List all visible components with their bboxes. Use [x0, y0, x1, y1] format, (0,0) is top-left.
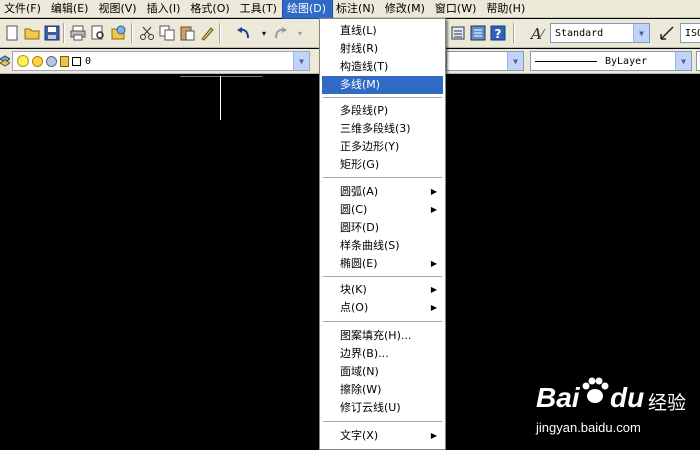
match-properties-icon[interactable] — [197, 23, 217, 43]
menu-item-rectangle[interactable]: 矩形(G) — [322, 156, 443, 174]
menu-item-hatch[interactable]: 图案填充(H)... — [322, 327, 443, 345]
menu-item-circle[interactable]: 圆(C) ▶ — [322, 201, 443, 219]
submenu-arrow-icon: ▶ — [430, 431, 437, 440]
menu-item-boundary[interactable]: 边界(B)... — [322, 345, 443, 363]
submenu-arrow-icon: ▶ — [430, 259, 437, 268]
menu-item-multiline[interactable]: 多线(M) — [322, 76, 443, 94]
menu-item-revision-cloud[interactable]: 修订云线(U) — [322, 399, 443, 417]
save-icon[interactable] — [42, 23, 62, 43]
menu-item-arc[interactable]: 圆弧(A) ▶ — [322, 183, 443, 201]
menu-dimension[interactable]: 标注(N) — [332, 0, 381, 18]
linetype-sample — [535, 60, 597, 62]
menu-item-ray[interactable]: 射线(R) — [322, 40, 443, 58]
menu-separator — [323, 321, 442, 322]
open-folder-icon[interactable] — [22, 23, 42, 43]
text-style-value: Standard — [555, 27, 604, 39]
menu-separator — [323, 421, 442, 422]
menu-item-region[interactable]: 面域(N) — [322, 363, 443, 381]
baidu-url: jingyan.baidu.com — [536, 420, 641, 435]
toolbar-separator — [513, 23, 515, 43]
new-file-icon[interactable] — [2, 23, 22, 43]
text-style-select[interactable]: Standard ▼ — [550, 23, 650, 43]
crosshair-cursor — [220, 76, 221, 120]
svg-text:A: A — [530, 25, 542, 41]
menu-item-ellipse[interactable]: 椭圆(E) ▶ — [322, 255, 443, 273]
lineweight-select[interactable] — [696, 51, 700, 71]
color-control-select[interactable]: ▼ — [446, 51, 524, 71]
menu-item-block[interactable]: 块(K) ▶ — [322, 281, 443, 299]
redo-icon[interactable] — [270, 23, 290, 43]
menu-item-text[interactable]: 文字(X) ▶ — [322, 427, 443, 445]
cut-icon[interactable] — [137, 23, 157, 43]
menu-modify[interactable]: 修改(M) — [381, 0, 431, 18]
menu-draw[interactable]: 绘图(D) — [281, 0, 334, 19]
baidu-jingyan-watermark: Bai du 经验 jingyan.baidu.com — [536, 372, 696, 442]
menu-file[interactable]: 文件(F) — [0, 0, 47, 18]
lock-icon — [60, 55, 69, 67]
menu-item-polygon[interactable]: 正多边形(Y) — [322, 138, 443, 156]
menu-window[interactable]: 窗口(W) — [431, 0, 482, 18]
menu-item-line[interactable]: 直线(L) — [322, 22, 443, 40]
sun-icon — [32, 55, 43, 67]
menu-bar: 文件(F) 编辑(E) 视图(V) 插入(I) 格式(O) 工具(T) 绘图(D… — [0, 0, 700, 19]
linetype-select[interactable]: ByLayer ▼ — [530, 51, 692, 71]
menu-item-wipeout[interactable]: 擦除(W) — [322, 381, 443, 399]
menu-separator — [323, 276, 442, 277]
toolbar-separator — [219, 23, 221, 43]
print-icon[interactable] — [68, 23, 88, 43]
crosshair-horizontal — [180, 76, 262, 77]
layer-select[interactable]: 0 ▼ — [12, 51, 310, 71]
publish-icon[interactable] — [108, 23, 128, 43]
paste-icon[interactable] — [177, 23, 197, 43]
menu-format[interactable]: 格式(O) — [186, 0, 235, 18]
menu-item-polyline[interactable]: 多段线(P) — [322, 102, 443, 120]
draw-menu-dropdown: 直线(L) 射线(R) 构造线(T) 多线(M) 多段线(P) 三维多段线(3)… — [319, 18, 446, 450]
menu-item-3d-polyline[interactable]: 三维多段线(3) — [322, 120, 443, 138]
menu-separator — [323, 177, 442, 178]
linetype-value: ByLayer — [605, 55, 648, 67]
undo-icon[interactable] — [234, 23, 254, 43]
chevron-down-icon[interactable]: ▼ — [675, 52, 691, 70]
copy-icon[interactable] — [157, 23, 177, 43]
menu-separator — [323, 97, 442, 98]
submenu-arrow-icon: ▶ — [430, 187, 437, 196]
menu-item-spline[interactable]: 样条曲线(S) — [322, 237, 443, 255]
text-style-icon[interactable]: A — [528, 23, 548, 43]
menu-item-construction-line[interactable]: 构造线(T) — [322, 58, 443, 76]
layer-color-swatch — [72, 56, 81, 66]
help-icon[interactable]: ? — [488, 23, 508, 43]
layer-name-value: 0 — [85, 55, 92, 67]
svg-text:?: ? — [495, 27, 502, 41]
print-preview-icon[interactable] — [88, 23, 108, 43]
properties-icon[interactable] — [448, 23, 468, 43]
dim-style-icon[interactable] — [657, 23, 677, 43]
menu-view[interactable]: 视图(V) — [94, 0, 142, 18]
submenu-arrow-icon: ▶ — [430, 205, 437, 214]
toolbar-separator — [131, 23, 133, 43]
submenu-arrow-icon: ▶ — [430, 285, 437, 294]
paw-icon — [582, 377, 609, 403]
toolbar-separator — [63, 23, 65, 43]
baidu-logo: Bai du 经验 — [536, 372, 696, 420]
chevron-down-icon[interactable]: ▼ — [293, 52, 309, 70]
menu-tools[interactable]: 工具(T) — [236, 0, 283, 18]
dim-style-select[interactable]: ISO — [680, 23, 700, 43]
redo-dropdown-icon[interactable]: ▾ — [290, 23, 310, 43]
chevron-down-icon[interactable]: ▼ — [633, 24, 649, 42]
menu-insert[interactable]: 插入(I) — [143, 0, 187, 18]
menu-item-donut[interactable]: 圆环(D) — [322, 219, 443, 237]
viewport-freeze-icon — [46, 55, 57, 67]
menu-help[interactable]: 帮助(H) — [482, 0, 531, 18]
menu-item-point[interactable]: 点(O) ▶ — [322, 299, 443, 317]
chevron-down-icon[interactable]: ▼ — [507, 52, 523, 70]
design-center-icon[interactable] — [468, 23, 488, 43]
layer-manager-icon[interactable] — [0, 51, 10, 71]
dim-style-value: ISO — [685, 27, 700, 39]
lightbulb-icon — [17, 55, 29, 67]
menu-edit[interactable]: 编辑(E) — [47, 0, 95, 18]
submenu-arrow-icon: ▶ — [430, 303, 437, 312]
